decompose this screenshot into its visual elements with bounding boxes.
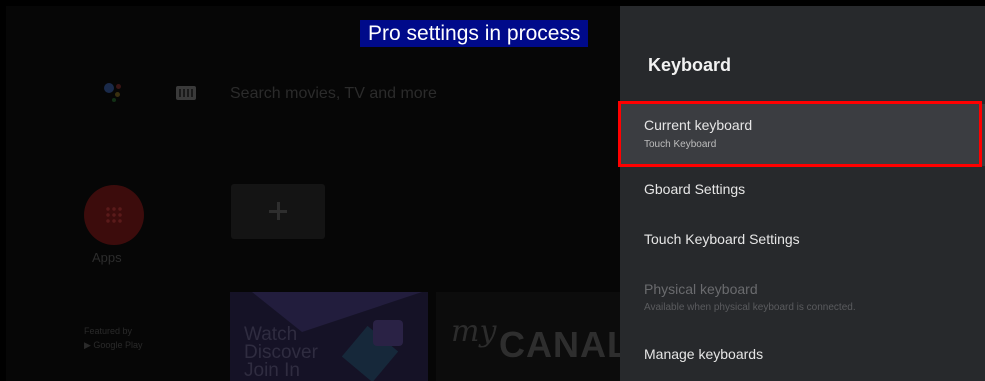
status-banner: Pro settings in process <box>360 20 589 47</box>
mycanal-logo-my: my <box>451 314 497 349</box>
selection-highlight-box <box>618 101 982 167</box>
manage-keyboards-item[interactable]: Manage keyboards <box>620 333 985 375</box>
manage-keyboards-label: Manage keyboards <box>644 346 764 362</box>
search-bar[interactable]: Search movies, TV and more <box>230 85 437 103</box>
twitch-card-text: Watch Discover Join In <box>244 325 318 381</box>
google-assistant-icon[interactable] <box>96 83 126 103</box>
gboard-settings-label: Gboard Settings <box>644 181 746 197</box>
card-line-join: Join In <box>244 360 300 381</box>
panel-title: Keyboard <box>648 55 732 75</box>
gboard-settings-item[interactable]: Gboard Settings <box>620 168 985 210</box>
mycanal-card[interactable]: my CANAL <box>436 292 620 381</box>
mycanal-logo-canal: CANAL <box>499 324 620 365</box>
physical-keyboard-title: Physical keyboard <box>644 281 758 297</box>
twitch-card[interactable]: Watch Discover Join In <box>230 292 428 381</box>
keyboard-icon[interactable] <box>176 86 196 100</box>
featured-by-google-play: Featured by ▶ Google Play <box>84 324 142 352</box>
physical-keyboard-item: Physical keyboard Available when physica… <box>620 270 985 320</box>
keyboard-settings-panel: Keyboard Current keyboard Touch Keyboard… <box>620 6 985 381</box>
twitch-icon <box>373 320 403 346</box>
home-background: Search movies, TV and more Apps Featured… <box>6 6 620 381</box>
touch-keyboard-settings-label: Touch Keyboard Settings <box>644 231 800 247</box>
apps-button[interactable] <box>84 185 144 245</box>
physical-keyboard-note: Available when physical keyboard is conn… <box>644 302 856 313</box>
add-favorite-tile[interactable] <box>231 184 325 239</box>
featured-label: Featured by <box>84 326 133 336</box>
apps-grid-icon <box>105 206 123 224</box>
apps-label: Apps <box>92 250 122 265</box>
google-play-label: ▶ Google Play <box>84 340 143 350</box>
touch-keyboard-settings-item[interactable]: Touch Keyboard Settings <box>620 218 985 260</box>
